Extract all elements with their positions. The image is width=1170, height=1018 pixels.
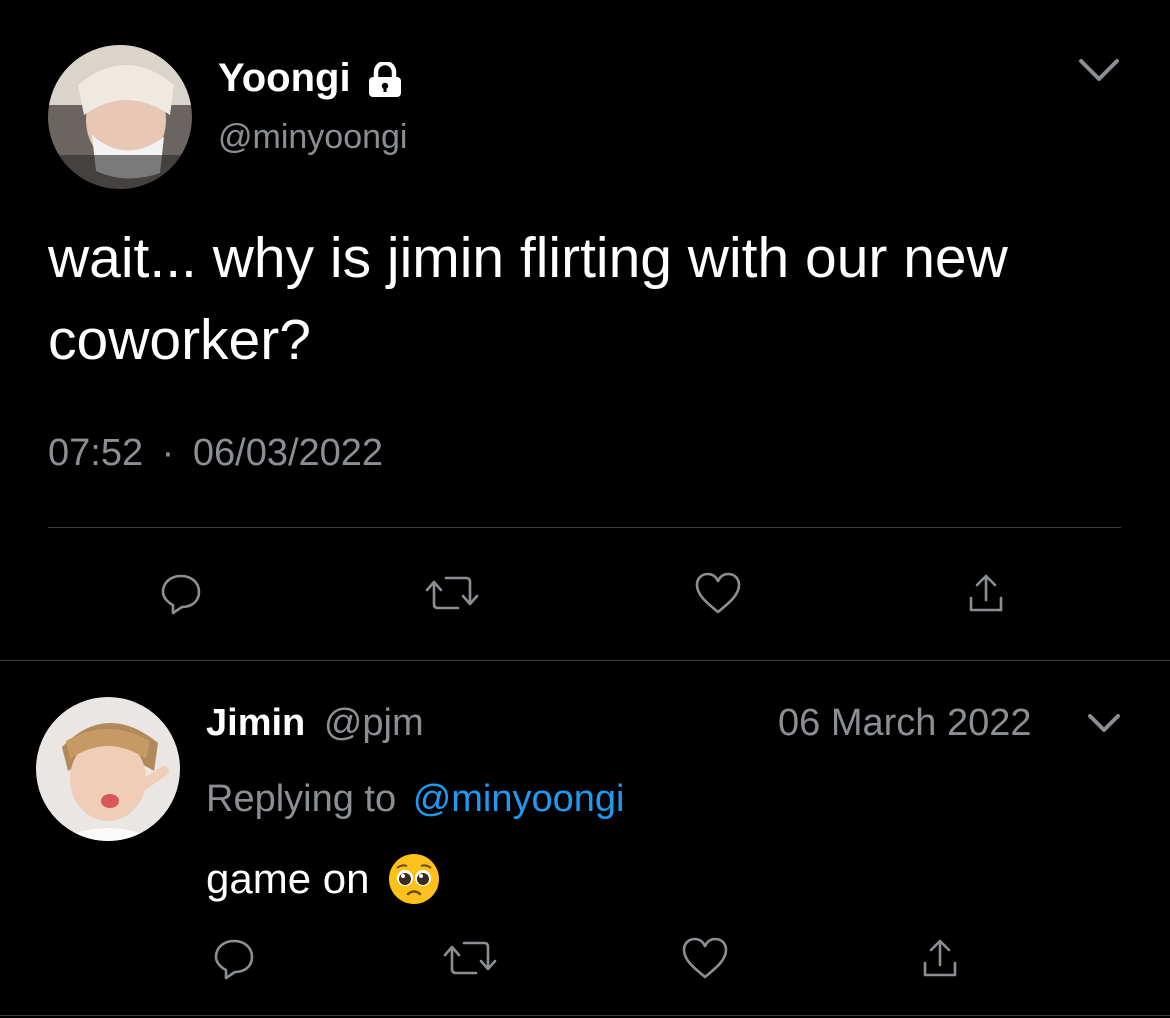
tweet-time: 07:52 <box>48 432 144 474</box>
chevron-down-icon[interactable] <box>1072 52 1126 88</box>
pleading-face-emoji <box>387 852 441 906</box>
reply-text-content: game on <box>206 855 370 902</box>
share-icon[interactable] <box>958 565 1014 621</box>
timestamp-separator: · <box>161 432 175 474</box>
like-icon[interactable] <box>677 930 733 986</box>
replying-to-handle[interactable]: @minyoongi <box>413 778 625 820</box>
retweet-icon[interactable] <box>440 930 500 986</box>
reply-author-name[interactable]: Jimin <box>206 702 305 744</box>
tweet-text-line-1: wait... why is jimin flirting with our n… <box>48 226 1008 290</box>
reply-author-handle[interactable]: @pjm <box>324 702 424 744</box>
tweet-timestamp: 07:52 · 06/03/2022 <box>48 430 383 476</box>
retweet-icon[interactable] <box>422 565 482 621</box>
share-icon[interactable] <box>912 930 968 986</box>
replying-to-label: Replying to <box>206 778 397 820</box>
author-avatar[interactable] <box>48 45 192 189</box>
reply-icon[interactable] <box>153 565 209 621</box>
chevron-down-icon[interactable] <box>1082 706 1126 740</box>
replying-to: Replying to @minyoongi <box>206 776 624 822</box>
reply-date: 06 March 2022 <box>778 702 1032 744</box>
like-icon[interactable] <box>690 565 746 621</box>
reply-text: game on <box>206 852 441 906</box>
reply-author-line: Jimin @pjm <box>206 700 424 746</box>
author-name[interactable]: Yoongi <box>218 54 351 102</box>
thread-divider <box>0 660 1170 661</box>
reply-author-avatar[interactable] <box>36 697 180 841</box>
divider <box>48 527 1121 528</box>
tweet-text-line-2: coworker? <box>48 308 311 372</box>
tweet-date: 06/03/2022 <box>192 432 384 474</box>
lock-icon <box>366 60 404 98</box>
author-handle[interactable]: @minyoongi <box>218 116 408 158</box>
reply-icon[interactable] <box>206 930 262 986</box>
bottom-divider <box>0 1015 1170 1016</box>
